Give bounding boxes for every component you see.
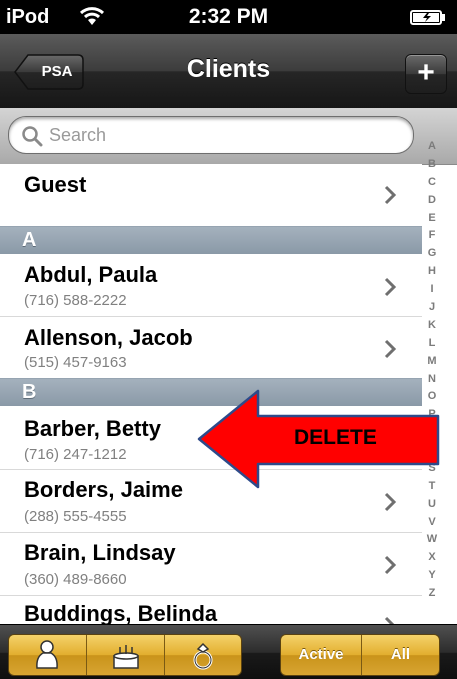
person-icon <box>36 640 58 669</box>
alpha-index-letter[interactable]: Y <box>422 569 442 581</box>
section-header-a: A <box>0 226 422 254</box>
list-item-guest[interactable]: Guest <box>0 164 422 227</box>
alpha-index-letter[interactable]: K <box>422 319 442 331</box>
chevron-right-icon <box>384 616 395 624</box>
alpha-index-letter[interactable]: E <box>422 212 442 224</box>
birthday-filter-button[interactable] <box>87 635 164 675</box>
alpha-index-letter[interactable]: D <box>422 194 442 206</box>
cake-icon <box>113 645 139 669</box>
search-input[interactable] <box>49 121 389 149</box>
alpha-index-letter[interactable]: A <box>422 140 442 152</box>
client-name: Guest <box>24 172 87 197</box>
alpha-index-letter[interactable]: U <box>422 498 442 510</box>
client-name: Borders, Jaime <box>24 477 183 502</box>
client-name: Abdul, Paula <box>24 262 158 287</box>
client-phone: (360) 489-8660 <box>24 571 127 588</box>
client-phone: (288) 555-4555 <box>24 508 127 525</box>
client-phone: (716) 247-1212 <box>24 446 127 463</box>
ring-icon <box>193 642 213 670</box>
delete-annotation-arrow: DELETE <box>196 388 442 490</box>
active-filter-button[interactable]: Active <box>281 635 361 675</box>
alpha-index-letter[interactable]: J <box>422 301 442 313</box>
list-item[interactable]: Abdul, Paula (716) 588-2222 <box>0 254 422 317</box>
page-title: Clients <box>186 55 271 83</box>
alpha-index-letter[interactable]: V <box>422 516 442 528</box>
client-phone: (716) 588-2222 <box>24 292 127 309</box>
alpha-index-letter[interactable]: B <box>422 158 442 170</box>
anniversary-filter-button[interactable] <box>165 635 241 675</box>
section-letter: A <box>22 229 37 251</box>
battery-icon <box>410 10 445 25</box>
search-icon <box>22 126 43 147</box>
client-name: Allenson, Jacob <box>24 325 193 350</box>
alpha-index-letter[interactable]: C <box>422 176 442 188</box>
search-bar <box>0 108 457 165</box>
alpha-index-letter[interactable]: Z <box>422 587 442 599</box>
section-letter: B <box>22 381 37 403</box>
chevron-right-icon <box>384 339 397 359</box>
alpha-index-letter[interactable]: X <box>422 551 442 563</box>
alpha-index-letter[interactable]: W <box>422 533 442 545</box>
client-phone: (515) 457-9163 <box>24 354 127 371</box>
navigation-bar: PSA Clients + <box>0 34 457 109</box>
person-filter-button[interactable] <box>9 635 86 675</box>
status-time: 2:32 PM <box>188 5 269 28</box>
category-segmented-control <box>8 634 242 676</box>
chevron-right-icon <box>384 277 397 297</box>
list-item[interactable]: Allenson, Jacob (515) 457-9163 <box>0 317 422 379</box>
client-name: Barber, Betty <box>24 416 161 441</box>
all-filter-button[interactable]: All <box>362 635 439 675</box>
app-screen: iPod 2:32 PM PSA Clients + Search Guest … <box>0 0 457 679</box>
search-field[interactable] <box>8 116 414 154</box>
chevron-right-icon <box>384 492 397 512</box>
delete-label: DELETE <box>294 426 377 449</box>
alpha-index-letter[interactable]: N <box>422 373 442 385</box>
status-segmented-control: Active All <box>280 634 440 676</box>
add-client-button[interactable]: + <box>405 54 447 94</box>
alpha-index-letter[interactable]: H <box>422 265 442 277</box>
alpha-index-letter[interactable]: L <box>422 337 442 349</box>
alpha-index-letter[interactable]: M <box>422 355 442 367</box>
alpha-index-letter[interactable]: G <box>422 247 442 259</box>
status-bar: iPod 2:32 PM <box>0 0 457 34</box>
list-item[interactable]: Buddings, Belinda <box>0 596 422 624</box>
chevron-right-icon <box>384 185 397 205</box>
alpha-index-letter[interactable]: I <box>422 283 442 295</box>
client-name: Brain, Lindsay <box>24 540 176 565</box>
chevron-right-icon <box>384 555 397 575</box>
list-item[interactable]: Brain, Lindsay (360) 489-8660 <box>0 533 422 596</box>
client-name: Buddings, Belinda <box>24 601 218 624</box>
alpha-index-letter[interactable]: F <box>422 229 442 241</box>
alphabet-index[interactable]: ABCDEFGHIJKLMNOPQRSTUVWXYZ <box>422 140 442 605</box>
bottom-toolbar: Active All <box>0 624 457 679</box>
